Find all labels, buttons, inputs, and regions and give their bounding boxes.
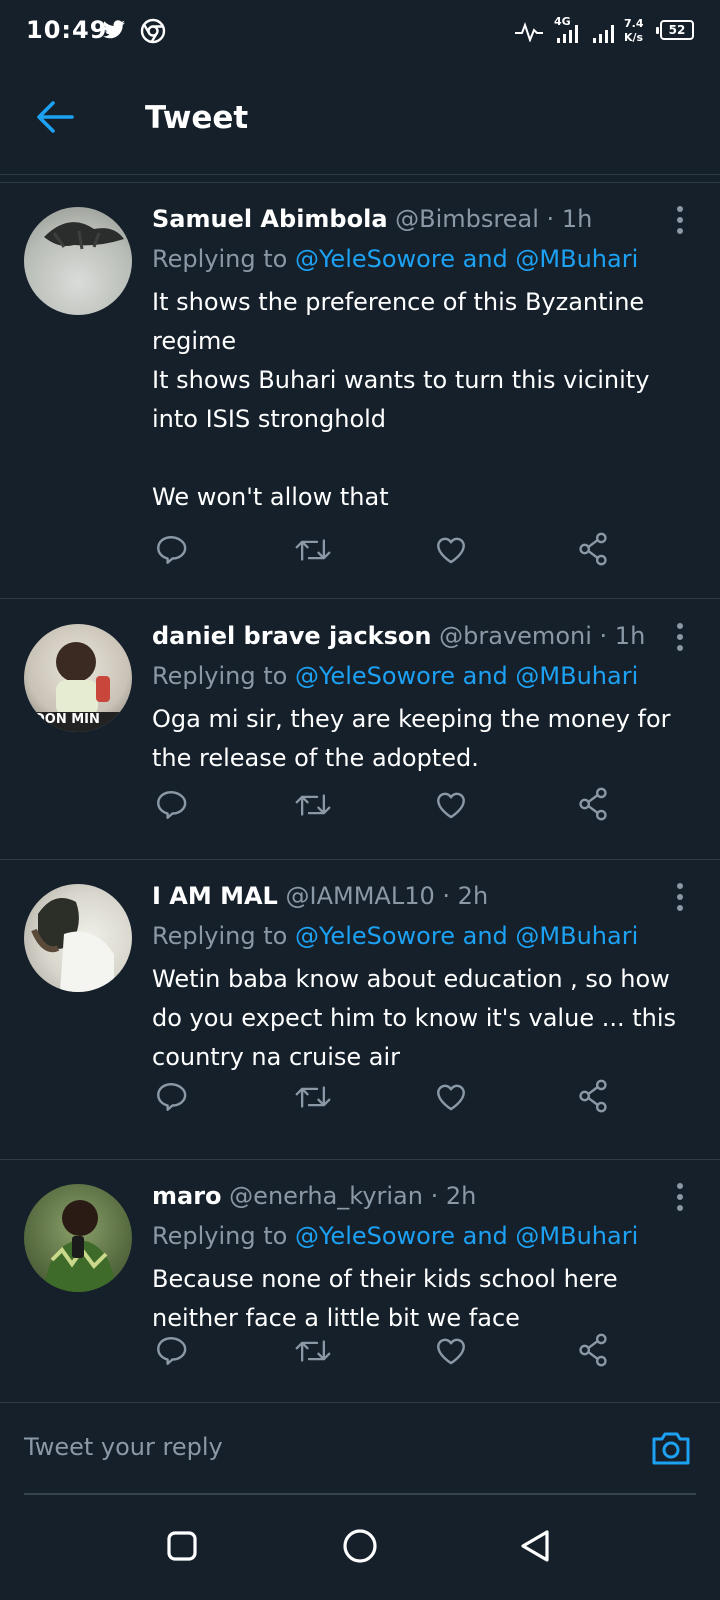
- timestamp: 1h: [614, 622, 646, 650]
- camera-icon[interactable]: [650, 1429, 692, 1467]
- like-icon[interactable]: [434, 1080, 468, 1114]
- speed-value: 7.4: [624, 17, 644, 30]
- timestamp: 2h: [457, 882, 489, 910]
- battery-indicator: 52: [656, 20, 694, 40]
- battery-level: 52: [668, 23, 686, 37]
- reply-icon[interactable]: [154, 788, 188, 822]
- share-icon[interactable]: [576, 786, 610, 822]
- replying-to: Replying to @YeleSowore and @MBuhari: [152, 922, 638, 950]
- avatar[interactable]: [24, 207, 132, 315]
- avatar[interactable]: [24, 1184, 132, 1292]
- divider: [0, 174, 720, 175]
- replying-to: Replying to @YeleSowore and @MBuhari: [152, 245, 638, 273]
- mention-link[interactable]: @YeleSowore: [295, 922, 455, 950]
- like-icon[interactable]: [434, 1334, 468, 1368]
- activity-icon: [515, 22, 543, 42]
- recent-apps-icon[interactable]: [166, 1530, 198, 1562]
- replying-prefix: Replying to: [152, 245, 288, 273]
- like-icon[interactable]: [434, 788, 468, 822]
- mention-link[interactable]: @YeleSowore: [295, 245, 455, 273]
- separator-dot: ·: [430, 1182, 439, 1210]
- tweet-header: Samuel Abimbola @Bimbsreal · 1h: [152, 205, 592, 233]
- timestamp: 1h: [561, 205, 593, 233]
- avatar[interactable]: DON MIN: [24, 624, 132, 732]
- twitter-icon: [103, 20, 125, 39]
- reply-icon[interactable]: [154, 533, 188, 567]
- avatar[interactable]: [24, 884, 132, 992]
- status-bar: 10:49 4G 7.4 K/s 52: [0, 0, 720, 64]
- chrome-icon: [140, 18, 166, 44]
- and-text: and: [462, 245, 508, 273]
- back-icon[interactable]: [518, 1528, 552, 1564]
- replying-prefix: Replying to: [152, 922, 288, 950]
- retweet-icon[interactable]: [294, 1080, 332, 1114]
- replying-prefix: Replying to: [152, 1222, 288, 1250]
- tweet-text: Because none of their kids school here n…: [152, 1265, 618, 1332]
- tweet-reply[interactable]: I AM MAL @IAMMAL10 · 2h Replying to @Yel…: [0, 860, 720, 1160]
- more-options-icon[interactable]: [674, 882, 686, 912]
- tweet-reply[interactable]: DON MIN daniel brave jackson @bravemoni …: [0, 600, 720, 860]
- more-options-icon[interactable]: [674, 205, 686, 235]
- more-options-icon[interactable]: [674, 1182, 686, 1212]
- separator-dot: ·: [599, 622, 608, 650]
- tweet-reply[interactable]: maro @enerha_kyrian · 2h Replying to @Ye…: [0, 1160, 720, 1402]
- speed-unit: K/s: [624, 31, 644, 44]
- display-name[interactable]: maro: [152, 1182, 222, 1210]
- and-text: and: [462, 1222, 508, 1250]
- separator-dot: ·: [546, 205, 555, 233]
- like-icon[interactable]: [434, 533, 468, 567]
- page-title: Tweet: [145, 100, 249, 136]
- mention-link[interactable]: @MBuhari: [515, 922, 638, 950]
- mention-link[interactable]: @MBuhari: [515, 1222, 638, 1250]
- reply-icon[interactable]: [154, 1334, 188, 1368]
- handle[interactable]: @IAMMAL10: [286, 882, 435, 910]
- timestamp: 2h: [445, 1182, 477, 1210]
- tweet-header: daniel brave jackson @bravemoni · 1h: [152, 622, 645, 650]
- handle[interactable]: @Bimbsreal: [395, 205, 539, 233]
- retweet-icon[interactable]: [294, 1334, 332, 1368]
- share-icon[interactable]: [576, 531, 610, 567]
- reply-bar: [0, 1402, 720, 1498]
- mention-link[interactable]: @MBuhari: [515, 245, 638, 273]
- reply-input[interactable]: [24, 1433, 604, 1461]
- header: Tweet: [0, 64, 720, 175]
- and-text: and: [462, 662, 508, 690]
- and-text: and: [462, 922, 508, 950]
- tweet-text: Oga mi sir, they are keeping the money f…: [152, 705, 671, 772]
- system-nav-bar: [0, 1498, 720, 1600]
- status-time: 10:49: [26, 16, 108, 44]
- replying-to: Replying to @YeleSowore and @MBuhari: [152, 1222, 638, 1250]
- more-options-icon[interactable]: [674, 622, 686, 652]
- display-name[interactable]: I AM MAL: [152, 882, 278, 910]
- separator-dot: ·: [442, 882, 451, 910]
- replying-to: Replying to @YeleSowore and @MBuhari: [152, 662, 638, 690]
- handle[interactable]: @bravemoni: [439, 622, 592, 650]
- share-icon[interactable]: [576, 1332, 610, 1368]
- avatar-caption: DON MIN: [34, 712, 100, 727]
- tweet-text: Wetin baba know about education , so how…: [152, 965, 677, 1071]
- home-icon[interactable]: [342, 1528, 378, 1564]
- signal-icon: [593, 25, 614, 43]
- input-underline: [24, 1493, 696, 1495]
- share-icon[interactable]: [576, 1078, 610, 1114]
- signal-icon: [557, 25, 578, 43]
- avatar-image: [31, 898, 114, 992]
- mention-link[interactable]: @YeleSowore: [295, 1222, 455, 1250]
- tweet-header: maro @enerha_kyrian · 2h: [152, 1182, 476, 1210]
- replying-prefix: Replying to: [152, 662, 288, 690]
- tweet-reply[interactable]: Samuel Abimbola @Bimbsreal · 1h Replying…: [0, 183, 720, 599]
- retweet-icon[interactable]: [294, 788, 332, 822]
- back-arrow-icon[interactable]: [36, 100, 74, 134]
- handle[interactable]: @enerha_kyrian: [229, 1182, 423, 1210]
- mention-link[interactable]: @MBuhari: [515, 662, 638, 690]
- avatar-image: [44, 1200, 116, 1292]
- tweet-header: I AM MAL @IAMMAL10 · 2h: [152, 882, 488, 910]
- display-name[interactable]: daniel brave jackson: [152, 622, 432, 650]
- tweet-text: It shows the preference of this Byzantin…: [152, 288, 650, 511]
- mention-link[interactable]: @YeleSowore: [295, 662, 455, 690]
- avatar-image: [44, 222, 124, 250]
- display-name[interactable]: Samuel Abimbola: [152, 205, 388, 233]
- reply-icon[interactable]: [154, 1080, 188, 1114]
- retweet-icon[interactable]: [294, 533, 332, 567]
